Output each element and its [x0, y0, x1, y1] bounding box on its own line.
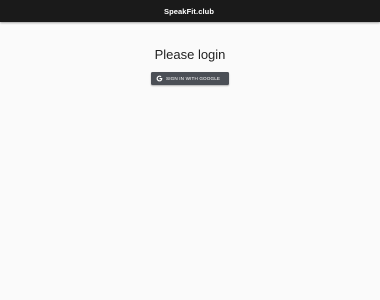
google-signin-button[interactable]: SIGN IN WITH GOOGLE — [151, 72, 229, 85]
page-title: Please login — [154, 47, 226, 62]
google-signin-label: SIGN IN WITH GOOGLE — [166, 76, 221, 81]
app-title: SpeakFit.club — [163, 6, 215, 16]
app-bar: SpeakFit.club — [0, 0, 380, 22]
main-content: Please login SIGN IN WITH GOOGLE — [0, 22, 380, 300]
google-g-icon — [155, 75, 163, 83]
